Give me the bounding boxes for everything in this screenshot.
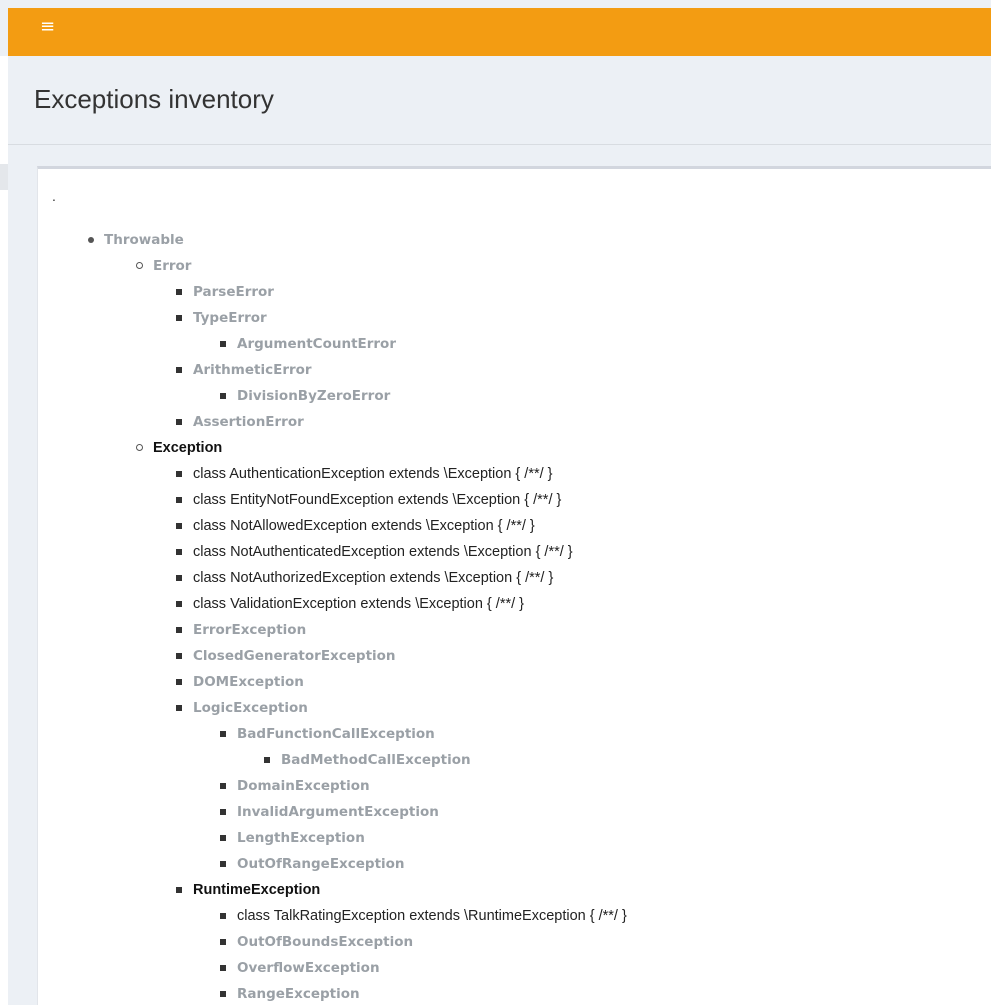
square-bullet-icon xyxy=(219,724,233,744)
square-bullet-icon xyxy=(175,542,189,562)
square-bullet-icon xyxy=(219,984,233,1004)
tree-item-label: AssertionError xyxy=(193,414,304,430)
page-header: Exceptions inventory xyxy=(8,56,991,145)
tree-item-label: RuntimeException xyxy=(193,882,321,898)
square-bullet-icon xyxy=(175,282,189,302)
tree-item-label: TypeError xyxy=(193,310,267,326)
tree-item-label: ClosedGeneratorException xyxy=(193,648,396,664)
tree-item-label: BadFunctionCallException xyxy=(237,726,435,742)
tree-item-label: LengthException xyxy=(237,830,365,846)
tree-item-label: Exception xyxy=(153,440,223,456)
tree-item-label: class TalkRatingException extends \Runti… xyxy=(237,908,627,924)
sidebar-strip xyxy=(0,56,8,1005)
square-bullet-icon xyxy=(175,646,189,666)
tree-item-label: InvalidArgumentException xyxy=(237,804,439,820)
square-bullet-icon xyxy=(219,776,233,796)
hamburger-menu-icon[interactable]: ≡ xyxy=(40,18,55,36)
square-bullet-icon xyxy=(175,412,189,432)
tree-item-label: Throwable xyxy=(104,232,184,248)
tree-item-label: ArithmeticError xyxy=(193,362,312,378)
tree-item-label: BadMethodCallException xyxy=(281,752,471,768)
square-bullet-icon xyxy=(219,802,233,822)
tree-item-label: class NotAuthorizedException extends \Ex… xyxy=(193,570,554,586)
disc-bullet-icon xyxy=(86,230,100,250)
tree-item-label: class AuthenticationException extends \E… xyxy=(193,466,553,482)
tree-item-label: DomainException xyxy=(237,778,370,794)
square-bullet-icon xyxy=(175,672,189,692)
square-bullet-icon xyxy=(219,854,233,874)
square-bullet-icon xyxy=(219,334,233,354)
tree-item-label: ParseError xyxy=(193,284,274,300)
square-bullet-icon xyxy=(175,568,189,588)
square-bullet-icon xyxy=(219,906,233,926)
content-box: . Throwable Error ParseError TypeError Argum… xyxy=(37,166,991,1005)
square-bullet-icon xyxy=(219,386,233,406)
page-title: Exceptions inventory xyxy=(34,84,274,114)
square-bullet-icon xyxy=(263,750,277,770)
tree-item-label: class ValidationException extends \Excep… xyxy=(193,596,525,612)
square-bullet-icon xyxy=(175,360,189,380)
top-navbar: ≡ xyxy=(8,8,991,56)
square-bullet-icon xyxy=(175,594,189,614)
square-bullet-icon xyxy=(219,828,233,848)
tree-item-label: class EntityNotFoundException extends \E… xyxy=(193,492,562,508)
circle-bullet-icon xyxy=(135,438,149,458)
square-bullet-icon xyxy=(219,932,233,952)
tree-item-label: Error xyxy=(153,258,192,274)
tree-item-label: OutOfRangeException xyxy=(237,856,405,872)
tree-item-label: ErrorException xyxy=(193,622,307,638)
square-bullet-icon xyxy=(175,516,189,536)
tree-item-label: ArgumentCountError xyxy=(237,336,396,352)
tree-item-label: class NotAuthenticatedException extends … xyxy=(193,544,573,560)
tree-item-label: OverflowException xyxy=(237,960,380,976)
square-bullet-icon xyxy=(175,464,189,484)
tree-item-label: class NotAllowedException extends \Excep… xyxy=(193,518,535,534)
square-bullet-icon xyxy=(175,490,189,510)
tree-item-label: RangeException xyxy=(237,986,360,1002)
square-bullet-icon xyxy=(175,308,189,328)
square-bullet-icon xyxy=(175,880,189,900)
sidebar-active-marker xyxy=(0,164,8,190)
tree-item-label: OutOfBoundsException xyxy=(237,934,414,950)
circle-bullet-icon xyxy=(135,256,149,276)
tree-item-label: LogicException xyxy=(193,700,308,716)
square-bullet-icon xyxy=(219,958,233,978)
square-bullet-icon xyxy=(175,698,189,718)
content-dot: . xyxy=(52,188,56,204)
tree-item-label: DivisionByZeroError xyxy=(237,388,391,404)
tree-item-label: DOMException xyxy=(193,674,304,690)
square-bullet-icon xyxy=(175,620,189,640)
